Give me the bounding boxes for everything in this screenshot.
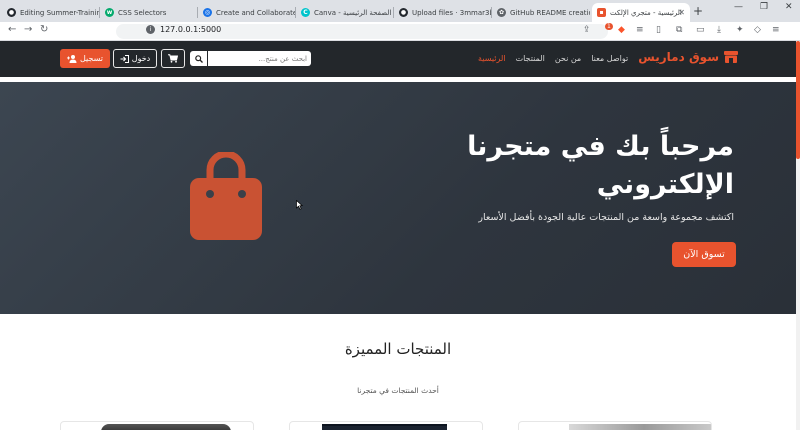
maximize-icon[interactable]: ❐	[760, 2, 768, 12]
browser-tab[interactable]: ● Upload files · 3mmar3bdal	[394, 3, 492, 22]
product-card[interactable]	[289, 421, 483, 430]
store-icon: ▪	[597, 8, 606, 17]
login-button[interactable]: دخول	[113, 49, 157, 68]
site-navbar: تسجيل دخول الرئيسية المنتجات من نحن تواص…	[0, 41, 796, 77]
globe-icon: ◎	[203, 8, 212, 17]
minimize-icon[interactable]: —	[734, 2, 743, 12]
browser-tab[interactable]: C Canva - الصفحة الرئيسية	[296, 3, 394, 22]
register-button[interactable]: تسجيل	[60, 49, 110, 68]
product-card[interactable]	[60, 421, 254, 430]
tab-title: GitHub README creation	[510, 8, 590, 17]
new-tab-button[interactable]: +	[693, 3, 703, 19]
login-label: دخول	[131, 54, 151, 63]
tab-title: Canva - الصفحة الرئيسية	[314, 8, 392, 17]
vpn-icon[interactable]: ◇	[754, 25, 761, 35]
search-icon	[194, 54, 203, 63]
hero-title: مرحباً بك في متجرنا الإلكتروني	[467, 131, 734, 200]
tab-title: الرئيسية - متجري الإلكت	[610, 8, 682, 17]
search-button[interactable]	[190, 51, 208, 66]
user-plus-icon	[67, 54, 77, 63]
brand-logo[interactable]: سوق دماريس	[638, 50, 738, 64]
store-icon	[724, 51, 738, 63]
nav-about[interactable]: من نحن	[555, 54, 581, 63]
product-image	[569, 424, 711, 430]
browser-tab[interactable]: w CSS Selectors	[100, 3, 198, 22]
brave-badge: 1	[605, 23, 613, 30]
featured-title: المنتجات المميزة	[344, 340, 452, 358]
cart-button[interactable]	[161, 49, 185, 68]
close-tab-icon[interactable]: ✕	[678, 8, 685, 17]
more-icon[interactable]: ≡	[772, 25, 780, 35]
menu-icon[interactable]: ≡	[636, 25, 644, 35]
browser-tab[interactable]: ✿ GitHub README creation	[492, 3, 590, 22]
search-input[interactable]	[208, 51, 311, 66]
github-icon: ●	[399, 8, 408, 17]
shopping-bag-icon	[190, 152, 262, 240]
register-label: تسجيل	[80, 54, 103, 63]
canva-icon: C	[301, 8, 310, 17]
address-bar: ← → ↻ ☐ i 127.0.0.1:5000 ⇪ ◆ 1 ≡ ▯ ⧉ ▭ ⤓…	[0, 22, 800, 41]
shopping-cart-icon	[168, 54, 178, 63]
sign-in-icon	[120, 54, 129, 63]
hero-section: مرحباً بك في متجرنا الإلكتروني اكتشف مجم…	[0, 82, 796, 314]
extensions-icon[interactable]: ⧉	[676, 25, 682, 35]
tab-title: Create and Collaborate | C	[216, 8, 296, 17]
tab-title: Upload files · 3mmar3bdal	[412, 8, 492, 17]
hero-subtitle: اكتشف مجموعة واسعة من المنتجات عالية الج…	[478, 212, 734, 223]
reload-icon[interactable]: ↻	[40, 24, 48, 35]
github-icon: ●	[7, 8, 16, 17]
main-menu: الرئيسية المنتجات من نحن تواصل معنا	[478, 54, 628, 63]
featured-subtitle: أحدث المنتجات في متجرنا	[357, 386, 439, 395]
product-card[interactable]	[518, 421, 712, 430]
download-icon[interactable]: ⤓	[717, 25, 721, 35]
browser-tab-strip: ● Editing Summer-Training w CSS Selector…	[0, 0, 800, 22]
forward-icon[interactable]: →	[24, 24, 32, 35]
browser-tab[interactable]: ◎ Create and Collaborate | C	[198, 3, 296, 22]
browser-tab[interactable]: ● Editing Summer-Training	[2, 3, 100, 22]
product-image	[322, 424, 447, 430]
url-text[interactable]: 127.0.0.1:5000	[160, 25, 221, 34]
site-info-icon[interactable]: i	[146, 25, 155, 34]
browser-tab-active[interactable]: ▪ الرئيسية - متجري الإلكت ✕	[592, 3, 690, 22]
nav-contact[interactable]: تواصل معنا	[591, 54, 628, 63]
brand-name: سوق دماريس	[638, 50, 719, 64]
scrollbar-thumb[interactable]	[796, 41, 800, 159]
tab-title: CSS Selectors	[118, 8, 167, 17]
shop-now-button[interactable]: تسوق الآن	[672, 242, 736, 267]
close-window-icon[interactable]: ✕	[785, 2, 793, 12]
chatgpt-icon: ✿	[497, 8, 506, 17]
w3schools-icon: w	[105, 8, 114, 17]
tab-title: Editing Summer-Training	[20, 8, 100, 17]
leo-icon[interactable]: ✦	[736, 25, 744, 35]
wallet-icon[interactable]: ▭	[696, 25, 705, 35]
nav-products[interactable]: المنتجات	[516, 54, 545, 63]
product-image	[101, 424, 231, 430]
brave-shield-icon[interactable]: ◆	[618, 25, 625, 35]
back-icon[interactable]: ←	[8, 24, 16, 35]
nav-home[interactable]: الرئيسية	[478, 54, 506, 63]
sidebar-icon[interactable]: ▯	[656, 25, 661, 35]
share-icon[interactable]: ⇪	[583, 25, 591, 35]
mouse-cursor-icon	[296, 200, 303, 210]
